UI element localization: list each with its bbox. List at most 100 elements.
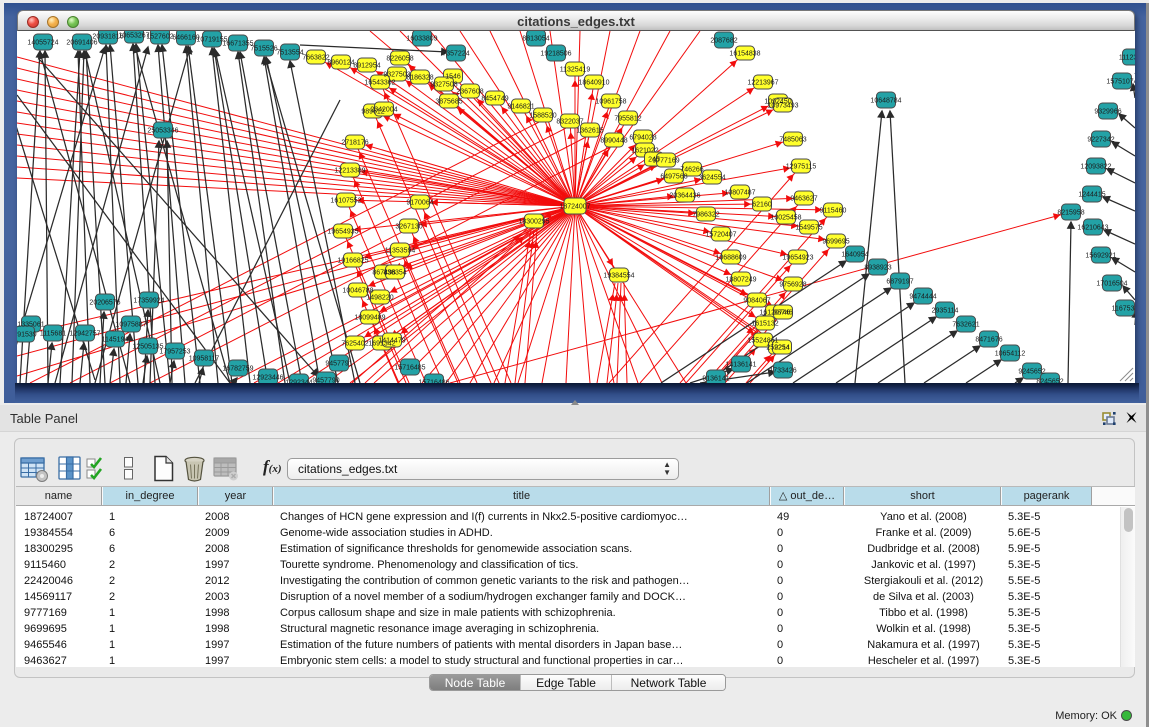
- svg-text:10654112: 10654112: [995, 351, 1026, 358]
- svg-text:14136141: 14136141: [725, 362, 756, 369]
- svg-text:98746: 98746: [773, 310, 793, 317]
- svg-text:1335061: 1335061: [17, 322, 44, 329]
- svg-text:8215958: 8215958: [1057, 210, 1084, 217]
- svg-text:9245652: 9245652: [1018, 369, 1045, 376]
- svg-text:1615132: 1615132: [751, 321, 778, 328]
- svg-text:17359924: 17359924: [133, 298, 164, 305]
- svg-text:8471676: 8471676: [975, 337, 1002, 344]
- svg-text:1414479: 1414479: [378, 338, 405, 345]
- svg-text:1549575: 1549575: [795, 225, 822, 232]
- svg-text:7632621: 7632621: [952, 322, 979, 329]
- svg-text:6879197: 6879197: [886, 279, 913, 286]
- svg-text:838354: 838354: [383, 270, 406, 277]
- svg-text:9146821: 9146821: [507, 104, 534, 111]
- svg-text:12975115: 12975115: [786, 164, 817, 171]
- svg-text:16543362: 16543362: [364, 80, 395, 87]
- svg-text:9699695: 9699695: [822, 239, 849, 246]
- svg-text:15716486: 15716486: [418, 380, 449, 384]
- svg-text:7663822: 7663822: [302, 55, 329, 62]
- svg-text:8938923: 8938923: [864, 265, 891, 272]
- svg-text:1244415: 1244415: [1078, 192, 1105, 199]
- svg-text:16033809: 16033809: [406, 36, 437, 43]
- svg-text:10046788: 10046788: [342, 288, 373, 295]
- svg-text:16154838: 16154838: [729, 51, 760, 58]
- svg-text:19166825: 19166825: [337, 258, 368, 265]
- svg-text:18807249: 18807249: [725, 277, 756, 284]
- svg-text:12093822: 12093822: [1080, 164, 1111, 171]
- svg-text:3875685: 3875685: [435, 99, 462, 106]
- svg-text:1498220: 1498220: [366, 295, 393, 302]
- svg-text:7515526: 7515526: [250, 46, 277, 53]
- svg-text:7986322: 7986322: [692, 212, 719, 219]
- svg-text:1621022: 1621022: [631, 148, 658, 155]
- svg-text:8186328: 8186328: [406, 75, 433, 82]
- svg-text:9327508: 9327508: [430, 82, 457, 89]
- svg-text:19654935: 19654935: [327, 229, 358, 236]
- svg-text:9457790: 9457790: [312, 378, 339, 384]
- svg-text:9214: 9214: [774, 345, 790, 352]
- svg-text:12942757: 12942757: [69, 331, 100, 338]
- svg-text:10958117: 10958117: [189, 356, 220, 363]
- svg-text:12213967: 12213967: [747, 80, 778, 87]
- svg-text:8454749: 8454749: [481, 96, 508, 103]
- svg-text:8813054: 8813054: [522, 36, 549, 43]
- svg-text:2342004: 2342004: [370, 107, 397, 114]
- svg-text:19654923: 19654923: [782, 255, 813, 262]
- svg-text:1167534: 1167534: [1112, 306, 1135, 313]
- svg-text:10973493: 10973493: [767, 103, 798, 110]
- svg-text:15716485: 15716485: [394, 365, 425, 372]
- svg-text:25053346: 25053346: [147, 128, 178, 135]
- svg-text:15751074: 15751074: [1106, 79, 1135, 86]
- svg-text:9756928: 9756928: [779, 282, 806, 289]
- svg-text:18300295: 18300295: [518, 219, 549, 226]
- svg-text:62160: 62160: [752, 202, 772, 209]
- svg-text:10961758: 10961758: [595, 99, 626, 106]
- svg-text:6794028: 6794028: [629, 135, 656, 142]
- svg-text:11325419: 11325419: [560, 67, 591, 74]
- svg-text:20206576: 20206576: [89, 300, 120, 307]
- svg-text:1733426: 1733426: [769, 368, 796, 375]
- svg-text:19384554: 19384554: [603, 273, 634, 280]
- svg-text:9463627: 9463627: [790, 196, 817, 203]
- svg-text:10648784: 10648784: [870, 98, 901, 105]
- svg-text:9329966: 9329966: [1094, 109, 1121, 116]
- svg-text:16782759: 16782759: [222, 366, 253, 373]
- svg-text:19218506: 19218506: [540, 51, 571, 58]
- svg-text:3624554: 3624554: [698, 175, 725, 182]
- svg-text:1112340: 1112340: [1119, 55, 1135, 62]
- svg-text:8322037: 8322037: [556, 119, 583, 126]
- svg-text:1546: 1546: [445, 74, 461, 81]
- svg-text:18724007: 18724007: [559, 204, 590, 211]
- svg-text:1640954: 1640954: [841, 252, 868, 259]
- svg-text:12923446: 12923446: [252, 375, 283, 382]
- svg-text:15692921: 15692921: [1085, 253, 1116, 260]
- svg-text:391539: 391539: [17, 332, 37, 339]
- svg-text:12213389: 12213389: [334, 168, 365, 175]
- svg-text:1115681: 1115681: [40, 331, 66, 338]
- svg-text:9084067: 9084067: [743, 298, 770, 305]
- svg-text:6497568: 6497568: [660, 174, 687, 181]
- svg-text:1588520: 1588520: [529, 113, 556, 120]
- svg-text:9115460: 9115460: [820, 208, 847, 215]
- svg-text:2367608: 2367608: [456, 89, 483, 96]
- svg-text:8990448: 8990448: [600, 138, 627, 145]
- svg-text:9457791: 9457791: [325, 361, 352, 368]
- svg-text:16210643: 16210643: [1077, 225, 1108, 232]
- svg-text:8960124: 8960124: [327, 60, 354, 67]
- svg-text:17957253: 17957253: [159, 349, 190, 356]
- svg-text:1362615: 1362615: [576, 128, 603, 135]
- svg-text:7513554: 7513554: [276, 50, 303, 57]
- svg-text:16671355: 16671355: [222, 41, 253, 48]
- svg-text:9777169: 9777169: [652, 158, 679, 165]
- svg-text:10025458: 10025458: [770, 215, 801, 222]
- svg-text:1145194: 1145194: [102, 337, 129, 344]
- svg-text:3267130: 3267130: [395, 224, 422, 231]
- svg-text:10975887: 10975887: [115, 322, 146, 329]
- svg-text:20691406: 20691406: [66, 40, 97, 47]
- svg-text:1527602: 1527602: [146, 34, 173, 41]
- svg-text:7485063: 7485063: [779, 137, 806, 144]
- svg-text:2935114: 2935114: [932, 308, 959, 315]
- svg-text:746266: 746266: [680, 167, 703, 174]
- svg-text:11353594: 11353594: [385, 248, 416, 255]
- svg-text:8912954: 8912954: [353, 63, 380, 70]
